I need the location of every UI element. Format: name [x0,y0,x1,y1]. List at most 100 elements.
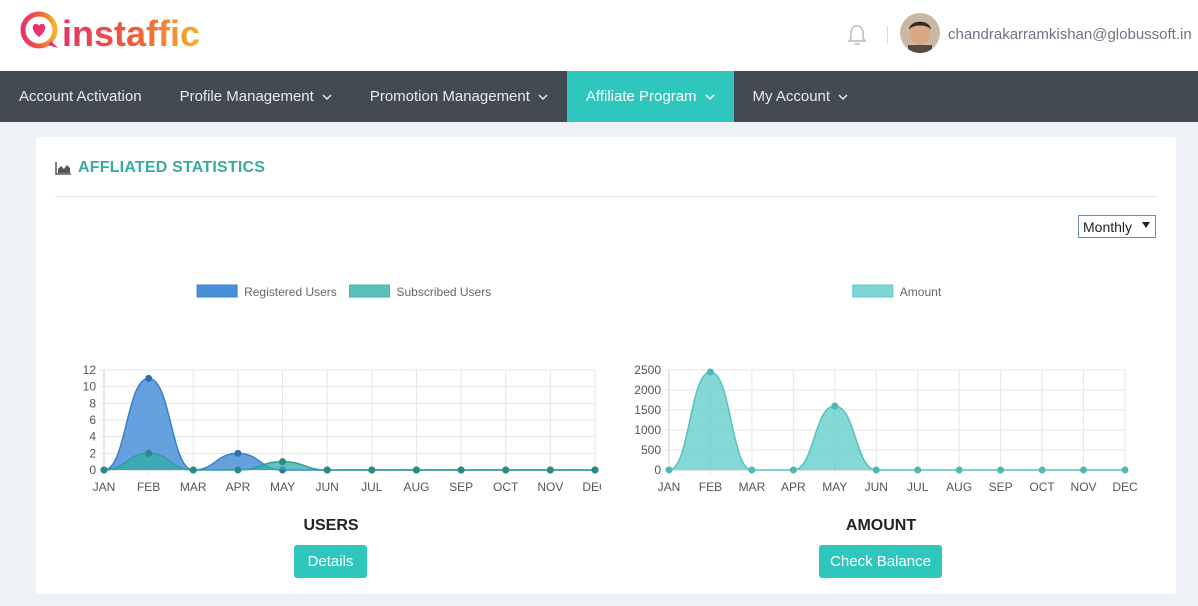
users-chart: 0 2 4 6 8 10 12 JAN FEB MAR APR MAY JUN JUL AUG SEP OCT N… [83,284,601,494]
chevron-down-icon [538,93,548,100]
nav-account-activation[interactable]: Account Activation [0,71,161,122]
y-tick-label: 1500 [634,403,661,417]
series-area [104,378,595,470]
x-tick-label: FEB [699,480,722,494]
y-tick-label: 1000 [634,423,661,437]
period-select-value: Monthly [1083,218,1133,235]
y-tick-label: 0 [89,463,96,477]
data-point [1038,466,1046,474]
chevron-down-icon [322,93,332,100]
data-point [279,458,287,466]
x-tick-label: JUN [316,480,339,494]
x-tick-label: JAN [93,480,116,494]
data-point [914,466,922,474]
legend-swatch [349,284,390,298]
data-point [234,466,242,474]
y-tick-label: 2500 [634,363,661,377]
top-header: instaffic chandrakarramkishan@globussoft… [0,0,1198,71]
x-tick-label: JUL [361,480,383,494]
users-caption: USERS [303,517,359,534]
data-point [145,449,153,457]
logo-graphic: instaffic [20,11,200,54]
x-tick-label: SEP [449,480,473,494]
section-title-text: AFFLIATED STATISTICS [78,159,266,176]
x-tick-label: AUG [946,480,972,494]
x-tick-label: APR [781,480,806,494]
area-chart-icon [55,162,71,175]
x-tick-label: DEC [582,480,601,494]
instaffic-logo[interactable]: instaffic [18,8,278,58]
nav-label: Profile Management [179,88,314,105]
data-point [1080,466,1088,474]
notification-bell-icon[interactable] [845,23,869,47]
x-tick-label: FEB [137,480,160,494]
data-point [706,368,714,376]
y-tick-label: 6 [89,413,96,427]
section-divider [55,196,1156,197]
data-point [789,466,797,474]
nav-label: Account Activation [19,88,142,105]
period-select[interactable]: Monthly [1078,215,1156,238]
x-tick-label: DEC [1112,480,1138,494]
legend-swatch [852,284,894,298]
amount-chart: 0 500 1000 1500 2000 2500 JAN FEB MAR APR MAY JUN JU… [634,284,1138,494]
data-point [100,466,108,474]
stats-card: AFFLIATED STATISTICS Monthly 0 2 4 6 8 10 12 JA… [36,137,1176,594]
data-point [368,466,376,474]
amount-caption: AMOUNT [845,517,917,534]
data-point [591,466,599,474]
chart-legend: Amount [852,284,942,299]
x-tick-label: JAN [658,480,681,494]
nav-affiliate-program[interactable]: Affiliate Program [566,71,734,122]
nav-my-account[interactable]: My Account [734,71,868,122]
legend-label: Subscribed Users [397,285,492,299]
x-tick-label: SEP [989,480,1013,494]
data-point [546,466,554,474]
legend-label: Amount [900,285,942,299]
nav-promotion-management[interactable]: Promotion Management [351,71,567,122]
x-tick-label: JUN [865,480,888,494]
data-point [872,466,880,474]
data-point [665,466,673,474]
series-area [669,372,1125,470]
y-tick-label: 0 [654,463,661,477]
y-tick-label: 12 [83,363,97,377]
data-point [145,374,153,382]
x-tick-label: MAY [822,480,847,494]
x-tick-label: NOV [1071,480,1097,494]
y-tick-label: 4 [89,430,96,444]
data-point [1121,466,1129,474]
legend-label: Registered Users [244,285,337,299]
data-point [234,449,242,457]
nav-label: Promotion Management [369,88,530,105]
y-tick-label: 10 [83,380,97,394]
section-title: AFFLIATED STATISTICS [55,159,265,177]
nav-profile-management[interactable]: Profile Management [161,71,351,122]
legend-swatch [196,284,238,298]
x-tick-label: JUL [907,480,929,494]
y-tick-label: 8 [89,396,96,410]
user-email[interactable]: chandrakarramkishan@globussoft.in [948,26,1192,43]
svg-text:instaffic: instaffic [62,13,200,54]
data-point [997,466,1005,474]
select-caret-icon [1142,222,1150,228]
data-point [955,466,963,474]
data-point [189,466,197,474]
x-tick-label: OCT [493,480,519,494]
header-divider [887,26,888,44]
data-point [412,466,420,474]
data-point [323,466,331,474]
details-button[interactable]: Details [294,545,367,578]
data-point [502,466,510,474]
user-avatar[interactable] [900,13,940,53]
x-tick-label: MAY [270,480,295,494]
y-tick-label: 2000 [634,383,661,397]
x-tick-label: OCT [1029,480,1055,494]
y-tick-label: 500 [641,443,661,457]
x-tick-label: MAR [739,480,766,494]
check-balance-button[interactable]: Check Balance [819,545,942,578]
x-tick-label: APR [226,480,251,494]
nav-label: Affiliate Program [585,88,697,105]
nav-label: My Account [752,88,831,105]
data-point [457,466,465,474]
